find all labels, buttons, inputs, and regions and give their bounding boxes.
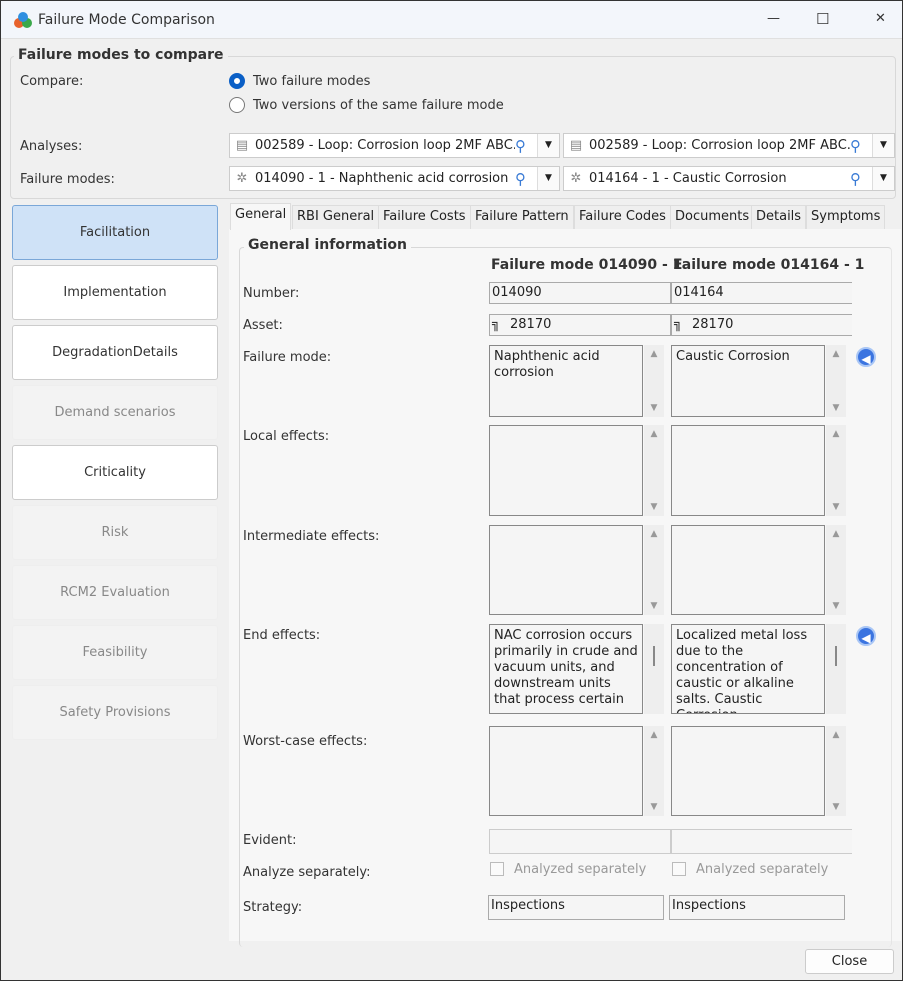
asset-field-1: ╗ 28170 [489,314,671,336]
gear-icon: ✲ [236,170,248,186]
radio-two-failure-modes[interactable] [229,73,245,89]
failure-mode-comparison-window: Failure Mode Comparison — ☐ ✕ Failure mo… [0,0,903,981]
worst-case-text-1[interactable] [489,726,643,816]
scrollbar[interactable]: ▲ ▼ [644,726,664,816]
failure-mode-combo-1[interactable]: ✲ 014090 - 1 - Naphthenic acid corrosion ⚲… [229,166,560,191]
strategy-field-1: Inspections [488,895,664,920]
scrollbar[interactable] [826,624,846,714]
analysis-combo-2[interactable]: ▤ 002589 - Loop: Corrosion loop 2MF ABC. … [563,133,895,158]
search-icon[interactable]: ⚲ [515,170,537,188]
evident-field-2 [671,829,852,854]
nav-safety-provisions: Safety Provisions [12,685,218,740]
title-bar: Failure Mode Comparison — ☐ ✕ [1,1,902,39]
asset-icon: ╗ [492,317,500,332]
scrollbar[interactable]: ▲ ▼ [644,525,664,615]
document-icon: ▤ [569,137,583,153]
radio-two-versions-label[interactable]: Two versions of the same failure mode [253,98,504,113]
compare-group-title: Failure modes to compare [14,47,228,63]
intermediate-effects-label: Intermediate effects: [243,529,380,544]
tab-details[interactable]: Details [751,205,807,229]
search-icon[interactable]: ⚲ [850,137,872,155]
search-icon[interactable]: ⚲ [850,170,872,188]
local-effects-text-2[interactable] [671,425,825,516]
compare-label: Compare: [20,74,84,89]
tab-rbi-general[interactable]: RBI General [292,205,380,229]
chevron-down-icon[interactable]: ▼ [872,167,894,190]
column-header-1: Failure mode 014090 - 1 [491,257,683,273]
end-effects-text-1[interactable]: NAC corrosion occurs primarily in crude … [489,624,643,714]
tab-failure-codes[interactable]: Failure Codes [574,205,671,229]
analyses-label: Analyses: [20,139,83,154]
nav-demand-scenarios: Demand scenarios [12,385,218,440]
scrollbar[interactable]: ▲ ▼ [644,425,664,516]
nav-implementation[interactable]: Implementation [12,265,218,320]
scrollbar[interactable]: ▲ ▼ [826,345,846,417]
search-icon[interactable]: ⚲ [515,137,537,155]
copy-left-arrow-icon[interactable]: ◀ [856,347,876,367]
failure-mode-text-1[interactable]: Naphthenic acid corrosion [489,345,643,417]
number-field-1: 014090 [489,282,671,304]
nav-degradation-details[interactable]: DegradationDetails [12,325,218,380]
local-effects-label: Local effects: [243,429,330,444]
asset-icon: ╗ [674,317,682,332]
tab-documents[interactable]: Documents [670,205,755,229]
end-effects-label: End effects: [243,628,321,643]
worst-case-text-2[interactable] [671,726,825,816]
strategy-label: Strategy: [243,900,303,915]
radio-two-failure-modes-label[interactable]: Two failure modes [253,74,370,89]
tab-failure-pattern[interactable]: Failure Pattern [470,205,574,229]
analyze-separately-label: Analyze separately: [243,865,371,880]
worst-case-effects-label: Worst-case effects: [243,734,368,749]
analysis-combo-1[interactable]: ▤ 002589 - Loop: Corrosion loop 2MF ABC. … [229,133,560,158]
nav-facilitation[interactable]: Facilitation [12,205,218,260]
analyzed-separately-text-2: Analyzed separately [696,862,829,877]
number-field-2: 014164 [671,282,852,304]
number-label: Number: [243,286,300,301]
analyzed-separately-checkbox-1 [490,862,504,876]
nav-risk: Risk [12,505,218,560]
chevron-down-icon[interactable]: ▼ [537,134,559,157]
tab-failure-costs[interactable]: Failure Costs [378,205,471,229]
evident-field-1 [489,829,671,854]
chevron-down-icon[interactable]: ▼ [537,167,559,190]
analyzed-separately-checkbox-2 [672,862,686,876]
gear-icon: ✲ [570,170,582,186]
scrollbar[interactable]: ▲ ▼ [826,425,846,516]
nav-feasibility: Feasibility [12,625,218,680]
column-header-2: Failure mode 014164 - 1 [673,257,865,273]
app-logo-icon [13,11,33,29]
asset-label: Asset: [243,318,283,333]
asset-field-2: ╗ 28170 [671,314,852,336]
radio-two-versions[interactable] [229,97,245,113]
local-effects-text-1[interactable] [489,425,643,516]
scrollbar[interactable]: ▲ ▼ [826,726,846,816]
scrollbar[interactable] [644,624,664,714]
intermediate-effects-text-2[interactable] [671,525,825,615]
intermediate-effects-text-1[interactable] [489,525,643,615]
nav-rcm2-evaluation: RCM2 Evaluation [12,565,218,620]
tab-general[interactable]: General [230,203,292,230]
scrollbar[interactable]: ▲ ▼ [826,525,846,615]
minimize-button[interactable]: — [767,11,780,26]
evident-label: Evident: [243,833,297,848]
document-icon: ▤ [235,137,249,153]
copy-left-arrow-icon[interactable]: ◀ [856,626,876,646]
end-effects-text-2[interactable]: Localized metal loss due to the concentr… [671,624,825,714]
failure-mode-label: Failure mode: [243,350,332,365]
nav-criticality[interactable]: Criticality [12,445,218,500]
general-info-title: General information [244,237,411,253]
strategy-field-2: Inspections [669,895,845,920]
failure-mode-combo-2[interactable]: ✲ 014164 - 1 - Caustic Corrosion ⚲ ▼ [563,166,895,191]
close-window-button[interactable]: ✕ [875,11,886,26]
window-title: Failure Mode Comparison [38,12,215,28]
close-button[interactable]: Close [805,949,894,974]
failure-mode-text-2[interactable]: Caustic Corrosion [671,345,825,417]
tab-symptoms[interactable]: Symptoms [806,205,886,229]
scrollbar[interactable]: ▲ ▼ [644,345,664,417]
chevron-down-icon[interactable]: ▼ [872,134,894,157]
analyzed-separately-text-1: Analyzed separately [514,862,647,877]
failure-modes-label: Failure modes: [20,172,115,187]
maximize-button[interactable]: ☐ [816,10,829,28]
